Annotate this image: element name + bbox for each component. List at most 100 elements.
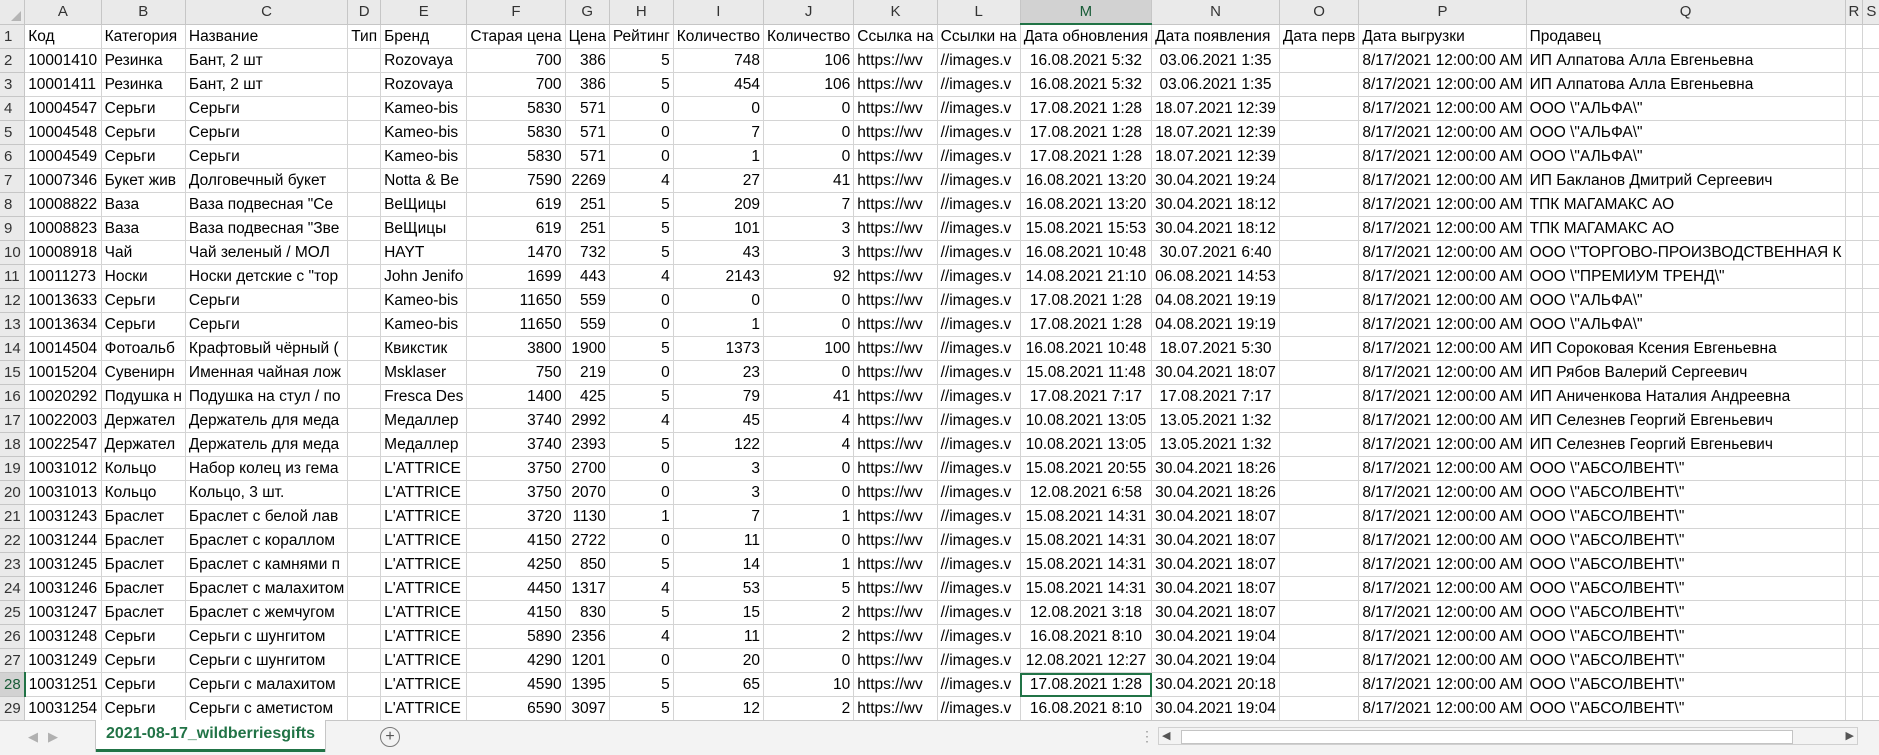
cell-E14[interactable]: Квикстик: [380, 336, 468, 361]
cell-D19[interactable]: [347, 456, 382, 481]
cell-E2[interactable]: Rozovaya: [380, 48, 468, 73]
cell-M8[interactable]: 16.08.2021 13:20: [1020, 192, 1153, 217]
cell-R10[interactable]: [1845, 240, 1864, 265]
cell-I5[interactable]: 7: [673, 120, 765, 145]
cell-B24[interactable]: Браслет: [101, 576, 186, 601]
row-header-14[interactable]: 14: [0, 336, 26, 361]
cell-P27[interactable]: 8/17/2021 12:00:00 AM: [1358, 648, 1527, 673]
cell-H29[interactable]: 5: [609, 696, 674, 720]
cell-A24[interactable]: 10031246: [24, 576, 102, 601]
cell-M24[interactable]: 15.08.2021 14:31: [1020, 576, 1153, 601]
cell-N5[interactable]: 18.07.2021 12:39: [1151, 120, 1280, 145]
cell-S22[interactable]: [1862, 528, 1879, 553]
row-header-23[interactable]: 23: [0, 552, 26, 577]
cell-R27[interactable]: [1845, 648, 1864, 673]
cell-D6[interactable]: [347, 144, 382, 169]
cell-H10[interactable]: 5: [609, 240, 674, 265]
cell-C9[interactable]: Ваза подвесная "Зве: [185, 216, 349, 241]
cell-R3[interactable]: [1845, 72, 1864, 97]
cell-I11[interactable]: 2143: [673, 264, 765, 289]
cell-N11[interactable]: 06.08.2021 14:53: [1151, 264, 1280, 289]
cell-Q2[interactable]: ИП Алпатова Алла Евгеньевна: [1526, 48, 1846, 73]
cell-N8[interactable]: 30.04.2021 18:12: [1151, 192, 1280, 217]
cell-A6[interactable]: 10004549: [24, 144, 102, 169]
cell-O4[interactable]: [1279, 96, 1360, 121]
cell-J3[interactable]: 106: [763, 72, 855, 97]
cell-M11[interactable]: 14.08.2021 21:10: [1020, 264, 1153, 289]
cell-O18[interactable]: [1279, 432, 1360, 457]
cell-M28[interactable]: 17.08.2021 1:28: [1020, 672, 1153, 697]
cell-L23[interactable]: //images.v: [937, 552, 1021, 577]
cell-J21[interactable]: 1: [763, 504, 855, 529]
cell-B28[interactable]: Серьги: [101, 672, 186, 697]
cell-Q27[interactable]: ООО \"АБСОЛВЕНТ\": [1526, 648, 1846, 673]
cell-P1[interactable]: Дата выгрузки: [1358, 24, 1527, 49]
cell-J7[interactable]: 41: [763, 168, 855, 193]
cell-N15[interactable]: 30.04.2021 18:07: [1151, 360, 1280, 385]
cell-O5[interactable]: [1279, 120, 1360, 145]
cell-I8[interactable]: 209: [673, 192, 765, 217]
cell-Q25[interactable]: ООО \"АБСОЛВЕНТ\": [1526, 600, 1846, 625]
cell-P2[interactable]: 8/17/2021 12:00:00 AM: [1358, 48, 1527, 73]
cell-N9[interactable]: 30.04.2021 18:12: [1151, 216, 1280, 241]
cell-N19[interactable]: 30.04.2021 18:26: [1151, 456, 1280, 481]
cell-F27[interactable]: 4290: [466, 648, 566, 673]
cell-M22[interactable]: 15.08.2021 14:31: [1020, 528, 1153, 553]
cell-A3[interactable]: 10001411: [24, 72, 102, 97]
cell-S29[interactable]: [1862, 696, 1879, 720]
cell-F7[interactable]: 7590: [466, 168, 566, 193]
cell-P9[interactable]: 8/17/2021 12:00:00 AM: [1358, 216, 1527, 241]
cell-M19[interactable]: 15.08.2021 20:55: [1020, 456, 1153, 481]
cell-S16[interactable]: [1862, 384, 1879, 409]
cell-D21[interactable]: [347, 504, 382, 529]
cell-J11[interactable]: 92: [763, 264, 855, 289]
cell-H13[interactable]: 0: [609, 312, 674, 337]
cell-E25[interactable]: L'ATTRICE: [380, 600, 468, 625]
cell-F16[interactable]: 1400: [466, 384, 566, 409]
cell-G3[interactable]: 386: [565, 72, 610, 97]
cell-G9[interactable]: 251: [565, 216, 610, 241]
cell-D25[interactable]: [347, 600, 382, 625]
cell-N21[interactable]: 30.04.2021 18:07: [1151, 504, 1280, 529]
cell-B21[interactable]: Браслет: [101, 504, 186, 529]
cell-B26[interactable]: Серьги: [101, 624, 186, 649]
cell-O23[interactable]: [1279, 552, 1360, 577]
cell-Q15[interactable]: ИП Рябов Валерий Сергеевич: [1526, 360, 1846, 385]
cell-E10[interactable]: HAYT: [380, 240, 468, 265]
cell-H7[interactable]: 4: [609, 168, 674, 193]
cell-D5[interactable]: [347, 120, 382, 145]
cell-M10[interactable]: 16.08.2021 10:48: [1020, 240, 1153, 265]
cell-H27[interactable]: 0: [609, 648, 674, 673]
cell-S9[interactable]: [1862, 216, 1879, 241]
cell-O25[interactable]: [1279, 600, 1360, 625]
cell-O16[interactable]: [1279, 384, 1360, 409]
cell-E9[interactable]: ВеЩицы: [380, 216, 468, 241]
cell-R23[interactable]: [1845, 552, 1864, 577]
cell-L1[interactable]: Ссылки на: [937, 24, 1021, 49]
cell-G22[interactable]: 2722: [565, 528, 610, 553]
cell-P24[interactable]: 8/17/2021 12:00:00 AM: [1358, 576, 1527, 601]
cell-S7[interactable]: [1862, 168, 1879, 193]
cell-L18[interactable]: //images.v: [937, 432, 1021, 457]
cell-S10[interactable]: [1862, 240, 1879, 265]
cell-O21[interactable]: [1279, 504, 1360, 529]
cell-J1[interactable]: Количество: [763, 24, 855, 49]
cell-E23[interactable]: L'ATTRICE: [380, 552, 468, 577]
cell-D9[interactable]: [347, 216, 382, 241]
cell-K13[interactable]: https://wv: [853, 312, 938, 337]
cell-F3[interactable]: 700: [466, 72, 566, 97]
cell-E13[interactable]: Kameo-bis: [380, 312, 468, 337]
cell-D4[interactable]: [347, 96, 382, 121]
cell-K22[interactable]: https://wv: [853, 528, 938, 553]
cell-C15[interactable]: Именная чайная лож: [185, 360, 349, 385]
cell-K21[interactable]: https://wv: [853, 504, 938, 529]
cell-C19[interactable]: Набор колец из гема: [185, 456, 349, 481]
cell-D3[interactable]: [347, 72, 382, 97]
cell-J15[interactable]: 0: [763, 360, 855, 385]
cell-R8[interactable]: [1845, 192, 1864, 217]
column-header-K[interactable]: K: [853, 0, 938, 25]
cell-I21[interactable]: 7: [673, 504, 765, 529]
cell-R12[interactable]: [1845, 288, 1864, 313]
cell-Q20[interactable]: ООО \"АБСОЛВЕНТ\": [1526, 480, 1846, 505]
cell-P12[interactable]: 8/17/2021 12:00:00 AM: [1358, 288, 1527, 313]
